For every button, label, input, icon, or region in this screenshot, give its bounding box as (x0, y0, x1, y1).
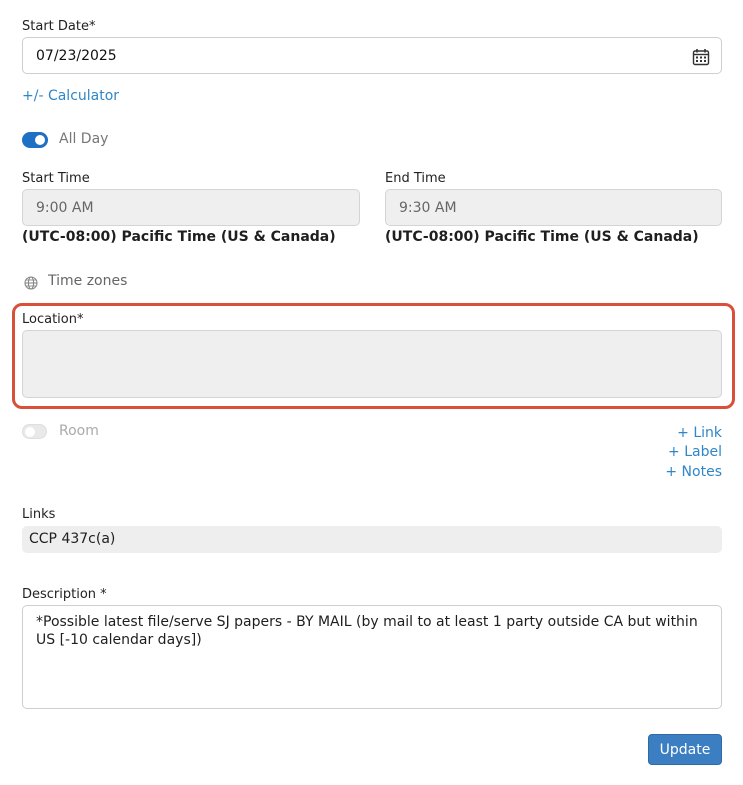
toggle-knob (35, 135, 45, 145)
end-time-value: 9:30 AM (399, 200, 457, 216)
add-link-button[interactable]: + Link (677, 425, 722, 441)
room-toggle[interactable] (22, 424, 47, 439)
time-zones-link[interactable]: Time zones (48, 273, 127, 289)
start-date-input[interactable]: 07/23/2025 (22, 37, 722, 74)
start-date-value: 07/23/2025 (36, 48, 117, 64)
start-time-value: 9:00 AM (36, 200, 94, 216)
room-label: Room (59, 423, 99, 439)
description-label: Description * (22, 587, 107, 602)
link-value[interactable]: CCP 437c(a) (29, 531, 115, 547)
calculator-link[interactable]: +/- Calculator (22, 88, 119, 104)
description-textarea[interactable]: *Possible latest file/serve SJ papers - … (22, 605, 722, 709)
start-time-timezone: (UTC-08:00) Pacific Time (US & Canada) (22, 229, 336, 245)
all-day-toggle[interactable] (22, 132, 48, 148)
links-list-item[interactable]: CCP 437c(a) (22, 526, 722, 553)
start-time-label: Start Time (22, 171, 90, 186)
calendar-icon[interactable] (692, 48, 710, 66)
links-label: Links (22, 507, 56, 522)
location-input[interactable] (22, 330, 722, 398)
globe-icon[interactable] (24, 275, 38, 290)
update-button[interactable]: Update (648, 734, 722, 765)
all-day-label: All Day (59, 131, 109, 147)
end-time-input[interactable]: 9:30 AM (385, 189, 722, 226)
description-value: *Possible latest file/serve SJ papers - … (36, 614, 698, 648)
location-label: Location* (22, 312, 84, 327)
end-time-label: End Time (385, 171, 446, 186)
start-date-label: Start Date* (22, 19, 96, 34)
toggle-knob (25, 427, 35, 437)
add-notes-button[interactable]: + Notes (665, 464, 722, 480)
start-time-input[interactable]: 9:00 AM (22, 189, 360, 226)
end-time-timezone: (UTC-08:00) Pacific Time (US & Canada) (385, 229, 699, 245)
add-label-button[interactable]: + Label (668, 444, 722, 460)
